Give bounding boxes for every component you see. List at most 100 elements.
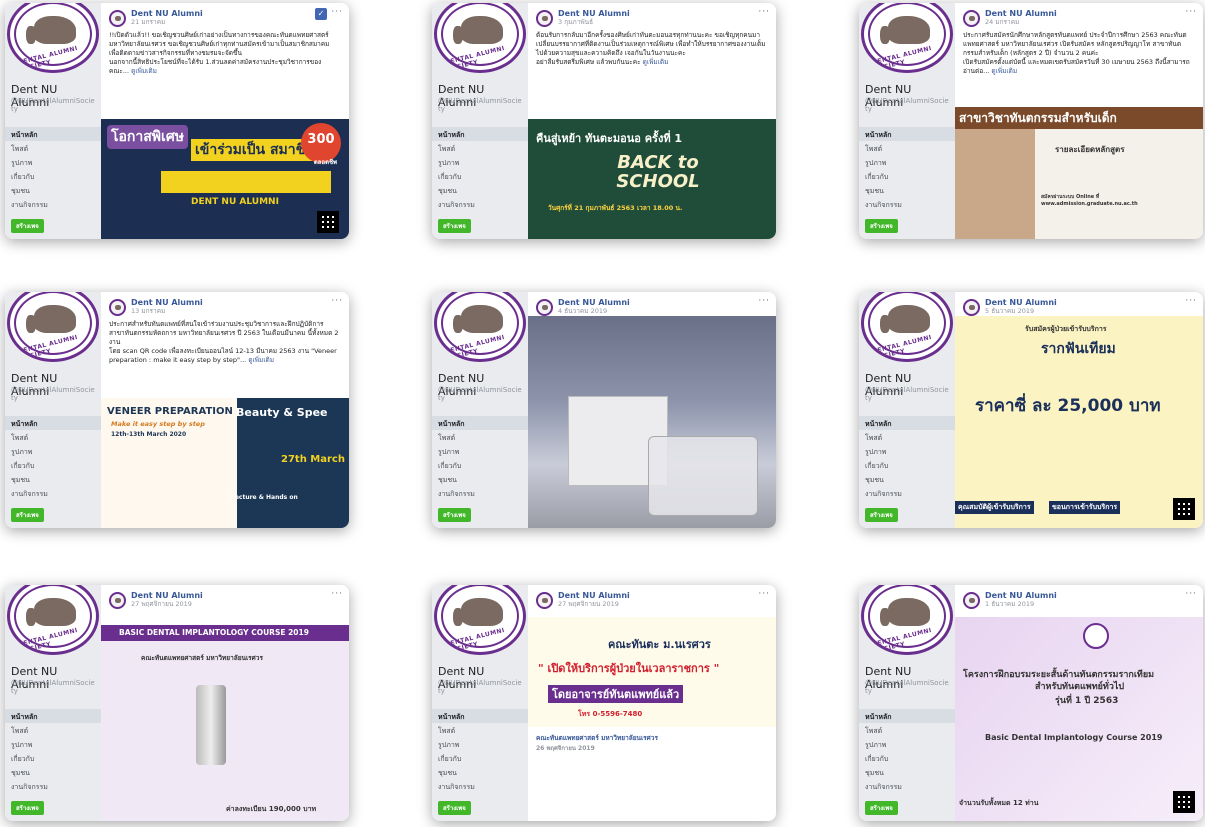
avatar[interactable] [109, 298, 126, 316]
nav-item-4[interactable]: ชุมชน [859, 183, 955, 197]
more-options-icon[interactable]: ··· [331, 296, 343, 306]
dental-alumni-logo[interactable]: DENTAL ALUMNI SOCIETY [434, 292, 526, 362]
post-author[interactable]: Dent NU Alumni [558, 298, 630, 307]
nav-item-4[interactable]: ชุมชน [5, 765, 101, 779]
nav-item-5[interactable]: งานกิจกรรม [432, 779, 528, 793]
post-author[interactable]: Dent NU Alumni [131, 591, 203, 600]
avatar[interactable] [536, 9, 553, 27]
avatar[interactable] [536, 591, 553, 609]
post-image[interactable]: โครงการฝึกอบรมระยะสั้นด้านทันตกรรมรากเที… [955, 617, 1203, 821]
post-date[interactable]: 27 พฤศจิกายน 2019 [131, 600, 203, 609]
post-author[interactable]: Dent NU Alumni [131, 9, 203, 18]
avatar[interactable] [536, 298, 553, 316]
post-date[interactable]: 13 มกราคม [131, 307, 203, 316]
post-author[interactable]: Dent NU Alumni [558, 9, 630, 18]
post-author[interactable]: Dent NU Alumni [985, 298, 1057, 307]
nav-item-3[interactable]: เกี่ยวกับ [859, 751, 955, 765]
post-author[interactable]: Dent NU Alumni [558, 591, 630, 600]
create-page-button[interactable]: สร้างเพจ [865, 508, 898, 522]
create-page-button[interactable]: สร้างเพจ [11, 219, 44, 233]
avatar[interactable] [963, 9, 980, 27]
nav-item-5[interactable]: งานกิจกรรม [859, 779, 955, 793]
create-page-button[interactable]: สร้างเพจ [438, 801, 471, 815]
nav-item-1[interactable]: โพสต์ [432, 430, 528, 444]
more-options-icon[interactable]: ··· [758, 589, 770, 599]
nav-item-5[interactable]: งานกิจกรรม [432, 197, 528, 211]
see-more-link[interactable]: ดูเพิ่มเติม [248, 356, 274, 364]
nav-item-5[interactable]: งานกิจกรรม [5, 779, 101, 793]
create-page-button[interactable]: สร้างเพจ [11, 508, 44, 522]
create-page-button[interactable]: สร้างเพจ [865, 219, 898, 233]
post-image[interactable]: สาขาวิชาทันตกรรมสำหรับเด็ก รายละเอียดหลั… [955, 107, 1203, 239]
more-options-icon[interactable]: ··· [1185, 296, 1197, 306]
nav-item-5[interactable]: งานกิจกรรม [432, 486, 528, 500]
post-image[interactable] [528, 316, 776, 528]
post-date[interactable]: 3 กุมภาพันธ์ [558, 18, 630, 27]
post-image[interactable]: คณะทันตะ ม.นเรศวร " เปิดให้บริการผู้ป่วย… [528, 617, 776, 821]
dental-alumni-logo[interactable]: DENTAL ALUMNI SOCIETY [861, 585, 953, 655]
nav-item-0[interactable]: หน้าหลัก [859, 416, 955, 430]
nav-item-3[interactable]: เกี่ยวกับ [859, 458, 955, 472]
nav-item-1[interactable]: โพสต์ [5, 430, 101, 444]
nav-item-3[interactable]: เกี่ยวกับ [5, 751, 101, 765]
nav-item-4[interactable]: ชุมชน [859, 472, 955, 486]
nav-item-5[interactable]: งานกิจกรรม [5, 197, 101, 211]
post-image[interactable]: คืนสู่เหย้า ทันตะมอนอ ครั้งที่ 1 BACK to… [528, 119, 776, 239]
post-date[interactable]: 24 มกราคม [985, 18, 1057, 27]
shared-post-author[interactable]: คณะทันตแพทยศาสตร์ มหาวิทยาลัยนเรศวร [536, 733, 658, 743]
nav-item-0[interactable]: หน้าหลัก [5, 709, 101, 723]
nav-item-1[interactable]: โพสต์ [432, 723, 528, 737]
create-page-button[interactable]: สร้างเพจ [865, 801, 898, 815]
avatar[interactable] [963, 298, 980, 316]
edit-icon[interactable]: ✓ [315, 8, 327, 20]
nav-item-1[interactable]: โพสต์ [859, 723, 955, 737]
dental-alumni-logo[interactable]: DENTAL ALUMNI SOCIETY [434, 3, 526, 73]
nav-item-0[interactable]: หน้าหลัก [5, 127, 101, 141]
post-date[interactable]: 4 ธันวาคม 2019 [558, 307, 630, 316]
nav-item-3[interactable]: เกี่ยวกับ [5, 458, 101, 472]
nav-item-5[interactable]: งานกิจกรรม [859, 197, 955, 211]
post-image[interactable]: VENEER PREPARATION Make it easy step by … [101, 398, 349, 528]
nav-item-3[interactable]: เกี่ยวกับ [432, 751, 528, 765]
nav-item-3[interactable]: เกี่ยวกับ [432, 169, 528, 183]
nav-item-2[interactable]: รูปภาพ [5, 155, 101, 169]
nav-item-0[interactable]: หน้าหลัก [859, 127, 955, 141]
more-options-icon[interactable]: ··· [758, 7, 770, 17]
nav-item-0[interactable]: หน้าหลัก [432, 416, 528, 430]
more-options-icon[interactable]: ··· [331, 7, 343, 17]
dental-alumni-logo[interactable]: DENTAL ALUMNI SOCIETY [7, 3, 99, 73]
nav-item-2[interactable]: รูปภาพ [859, 444, 955, 458]
nav-item-0[interactable]: หน้าหลัก [432, 709, 528, 723]
nav-item-4[interactable]: ชุมชน [432, 765, 528, 779]
see-more-link[interactable]: ดูเพิ่มเติม [643, 58, 669, 66]
nav-item-2[interactable]: รูปภาพ [432, 737, 528, 751]
post-image[interactable]: BASIC DENTAL IMPLANTOLOGY COURSE 2019 คณ… [101, 625, 349, 821]
more-options-icon[interactable]: ··· [1185, 589, 1197, 599]
nav-item-0[interactable]: หน้าหลัก [432, 127, 528, 141]
nav-item-1[interactable]: โพสต์ [432, 141, 528, 155]
nav-item-2[interactable]: รูปภาพ [432, 444, 528, 458]
nav-item-4[interactable]: ชุมชน [859, 765, 955, 779]
nav-item-3[interactable]: เกี่ยวกับ [859, 169, 955, 183]
avatar[interactable] [963, 591, 980, 609]
nav-item-4[interactable]: ชุมชน [432, 183, 528, 197]
more-options-icon[interactable]: ··· [331, 589, 343, 599]
nav-item-1[interactable]: โพสต์ [859, 430, 955, 444]
nav-item-1[interactable]: โพสต์ [5, 141, 101, 155]
nav-item-2[interactable]: รูปภาพ [859, 155, 955, 169]
post-image[interactable]: รับสมัครผู้ป่วยเข้ารับบริการ รากฟันเทียม… [955, 316, 1203, 528]
avatar[interactable] [109, 591, 126, 609]
create-page-button[interactable]: สร้างเพจ [438, 219, 471, 233]
dental-alumni-logo[interactable]: DENTAL ALUMNI SOCIETY [7, 585, 99, 655]
post-date[interactable]: 1 ธันวาคม 2019 [985, 600, 1057, 609]
nav-item-4[interactable]: ชุมชน [5, 183, 101, 197]
nav-item-2[interactable]: รูปภาพ [432, 155, 528, 169]
nav-item-2[interactable]: รูปภาพ [859, 737, 955, 751]
nav-item-1[interactable]: โพสต์ [5, 723, 101, 737]
nav-item-5[interactable]: งานกิจกรรม [5, 486, 101, 500]
more-options-icon[interactable]: ··· [1185, 7, 1197, 17]
nav-item-4[interactable]: ชุมชน [5, 472, 101, 486]
nav-item-3[interactable]: เกี่ยวกับ [5, 169, 101, 183]
post-author[interactable]: Dent NU Alumni [985, 9, 1057, 18]
create-page-button[interactable]: สร้างเพจ [438, 508, 471, 522]
